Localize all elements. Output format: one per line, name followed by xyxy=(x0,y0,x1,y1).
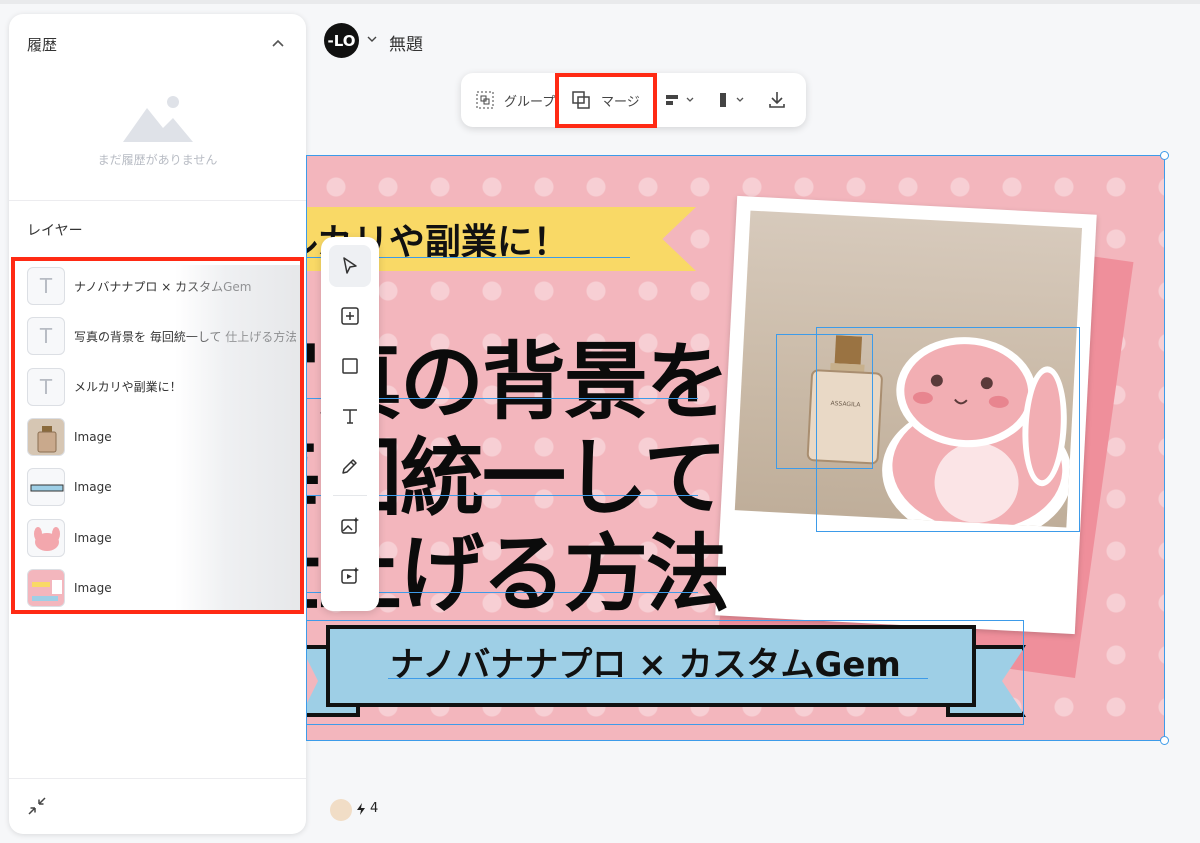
app-root: 履歴 まだ履歴がありません レイヤー T ナノバナナプロ × カスタムGem T… xyxy=(0,0,1200,843)
download-icon xyxy=(769,92,785,108)
bar-icon xyxy=(720,93,726,107)
tool-palette xyxy=(321,237,379,611)
bunny-image xyxy=(882,337,1073,528)
ai-image-tool[interactable] xyxy=(329,505,371,547)
history-empty-message: まだ履歴がありません xyxy=(97,153,218,167)
credits-count: 4 xyxy=(370,801,379,816)
divider xyxy=(9,200,306,201)
group-label: グループ xyxy=(504,94,556,110)
plus-square-icon xyxy=(341,307,359,325)
history-title: 履歴 xyxy=(27,36,58,54)
highlight-box xyxy=(11,257,304,614)
divider xyxy=(9,778,306,779)
credits-indicator: 4 xyxy=(356,801,378,816)
align-left-icon xyxy=(666,95,678,105)
text-icon xyxy=(343,409,357,424)
text-tool[interactable] xyxy=(329,395,371,437)
select-tool[interactable] xyxy=(329,245,371,287)
polaroid-photo[interactable]: ASSAGILA xyxy=(715,195,1097,635)
group-icon xyxy=(476,91,494,109)
user-avatar[interactable] xyxy=(330,799,352,821)
pencil-icon xyxy=(342,459,357,474)
image-placeholder-icon xyxy=(123,96,193,142)
photo-image: ASSAGILA xyxy=(734,210,1083,528)
align-dropdown[interactable] xyxy=(665,73,695,127)
lightning-icon xyxy=(357,802,365,815)
resize-handle[interactable] xyxy=(1160,151,1169,160)
layers-title: レイヤー xyxy=(27,223,83,239)
chevron-down-icon xyxy=(686,97,694,102)
resize-handle[interactable] xyxy=(1160,736,1169,745)
design-canvas[interactable]: ASSAGILA メルカリや副業に！ xyxy=(306,155,1165,741)
video-sparkle-icon xyxy=(341,567,359,584)
rectangle-tool[interactable] xyxy=(329,345,371,387)
square-icon xyxy=(342,358,358,374)
chevron-down-icon[interactable] xyxy=(366,33,378,45)
cursor-icon xyxy=(343,257,357,274)
shrink-icon[interactable] xyxy=(26,795,48,817)
download-button[interactable] xyxy=(767,73,787,127)
distribute-dropdown[interactable] xyxy=(717,73,745,127)
ai-video-tool[interactable] xyxy=(329,555,371,597)
app-logo[interactable]: -LO xyxy=(324,23,359,58)
add-tool[interactable] xyxy=(329,295,371,337)
pen-tool[interactable] xyxy=(329,445,371,487)
group-button[interactable]: グループ xyxy=(475,73,555,127)
image-sparkle-icon xyxy=(341,517,359,534)
chevron-up-icon[interactable] xyxy=(268,34,288,54)
banner-bottom-text[interactable]: ナノバナナプロ × カスタムGem xyxy=(390,637,901,686)
top-edge xyxy=(0,0,1200,4)
highlight-box xyxy=(555,73,657,128)
palette-divider xyxy=(333,495,367,496)
chevron-down-icon xyxy=(736,97,744,102)
document-title[interactable]: 無題 xyxy=(389,30,423,55)
